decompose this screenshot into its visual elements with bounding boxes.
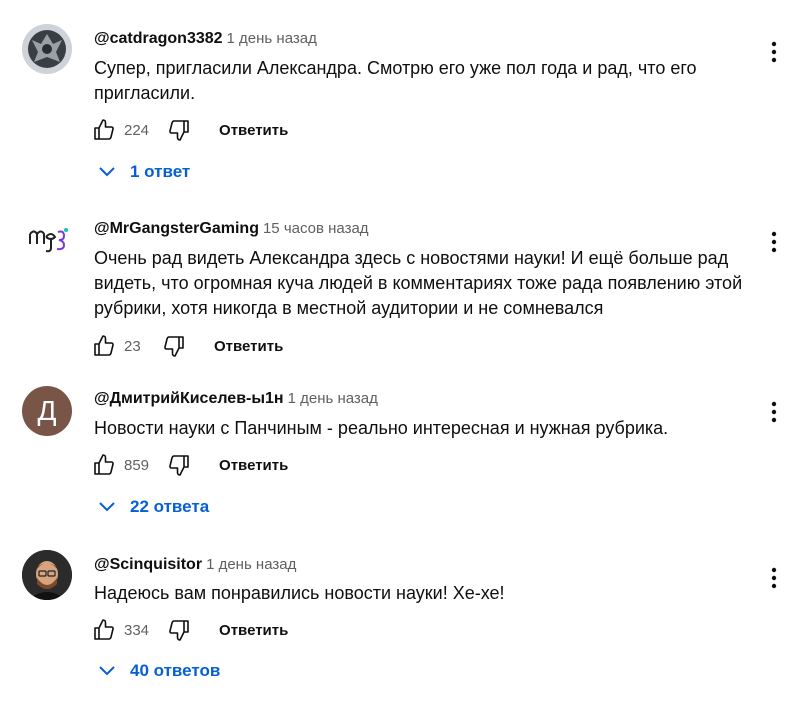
replies-toggle[interactable]: 22 ответа (96, 496, 209, 518)
dislike-button[interactable] (165, 116, 193, 144)
like-button[interactable] (90, 116, 118, 144)
more-vert-icon (771, 401, 777, 423)
author-handle[interactable]: @catdragon3382 (94, 30, 223, 47)
timestamp[interactable]: 1 день назад (288, 390, 378, 407)
more-vert-icon (771, 567, 777, 589)
chevron-down-icon (96, 496, 118, 518)
like-count: 334 (124, 621, 150, 639)
like-button[interactable] (90, 332, 118, 360)
comment-text: Очень рад видеть Александра здесь с ново… (94, 248, 743, 318)
author-handle[interactable]: @Scinquisitor (94, 556, 202, 573)
replies-toggle[interactable]: 40 ответов (96, 660, 220, 682)
dislike-icon (169, 120, 189, 141)
timestamp[interactable]: 1 день назад (206, 556, 296, 573)
like-icon (94, 119, 114, 140)
replies-count-label: 40 ответов (130, 661, 221, 680)
like-count: 859 (124, 456, 150, 474)
more-vert-icon (771, 231, 777, 253)
replies-toggle[interactable]: 1 ответ (96, 161, 190, 183)
timestamp[interactable]: 1 день назад (227, 30, 317, 47)
comment-meta: @MrGangsterGaming 15 часов назад (94, 220, 369, 238)
more-vert-icon (771, 41, 777, 63)
author-handle[interactable]: @MrGangsterGaming (94, 220, 259, 237)
replies-count-label: 1 ответ (130, 162, 191, 181)
reply-button[interactable]: Ответить (219, 457, 288, 474)
avatar[interactable]: Д (22, 386, 72, 436)
more-options-button[interactable] (764, 38, 784, 66)
user-photo-icon (22, 550, 72, 600)
comment-actions: 23 Ответить (90, 332, 283, 360)
avatar[interactable] (22, 550, 72, 600)
like-button[interactable] (90, 451, 118, 479)
comment-meta: @ДмитрийКиселев-ы1н 1 день назад (94, 390, 378, 408)
like-icon (94, 619, 114, 640)
reply-button[interactable]: Ответить (219, 622, 288, 639)
like-icon (94, 335, 114, 356)
dislike-button[interactable] (165, 616, 193, 644)
comment-text: Супер, пригласили Александра. Смотрю его… (94, 58, 697, 103)
more-options-button[interactable] (764, 228, 784, 256)
comment-actions: 224 Ответить (90, 116, 288, 144)
reply-button[interactable]: Ответить (219, 122, 288, 139)
timestamp[interactable]: 15 часов назад (263, 220, 369, 237)
comment-text: Надеюсь вам понравились новости науки! Х… (94, 583, 505, 603)
chevron-down-icon (96, 660, 118, 682)
comment-actions: 334 Ответить (90, 616, 288, 644)
like-count: 224 (124, 121, 150, 139)
avatar-letter: Д (37, 395, 57, 426)
like-count: 23 (124, 337, 141, 355)
like-icon (94, 454, 114, 475)
comment-meta: @catdragon3382 1 день назад (94, 30, 317, 48)
replies-count-label: 22 ответа (130, 497, 210, 516)
comment-text: Новости науки с Панчиным - реально интер… (94, 418, 669, 438)
dragon-emblem-icon (22, 24, 72, 74)
dislike-button[interactable] (160, 332, 188, 360)
dislike-icon (169, 620, 189, 641)
dislike-icon (169, 455, 189, 476)
avatar[interactable] (22, 24, 72, 74)
like-button[interactable] (90, 616, 118, 644)
avatar[interactable] (22, 214, 72, 264)
dislike-icon (164, 336, 184, 357)
more-options-button[interactable] (764, 564, 784, 592)
reply-button[interactable]: Ответить (214, 338, 283, 355)
author-handle[interactable]: @ДмитрийКиселев-ы1н (94, 390, 284, 407)
mrg-logo-icon (22, 214, 72, 264)
more-options-button[interactable] (764, 398, 784, 426)
dislike-button[interactable] (165, 451, 193, 479)
chevron-down-icon (96, 161, 118, 183)
comment-actions: 859 Ответить (90, 451, 288, 479)
comment-meta: @Scinquisitor 1 день назад (94, 556, 296, 574)
